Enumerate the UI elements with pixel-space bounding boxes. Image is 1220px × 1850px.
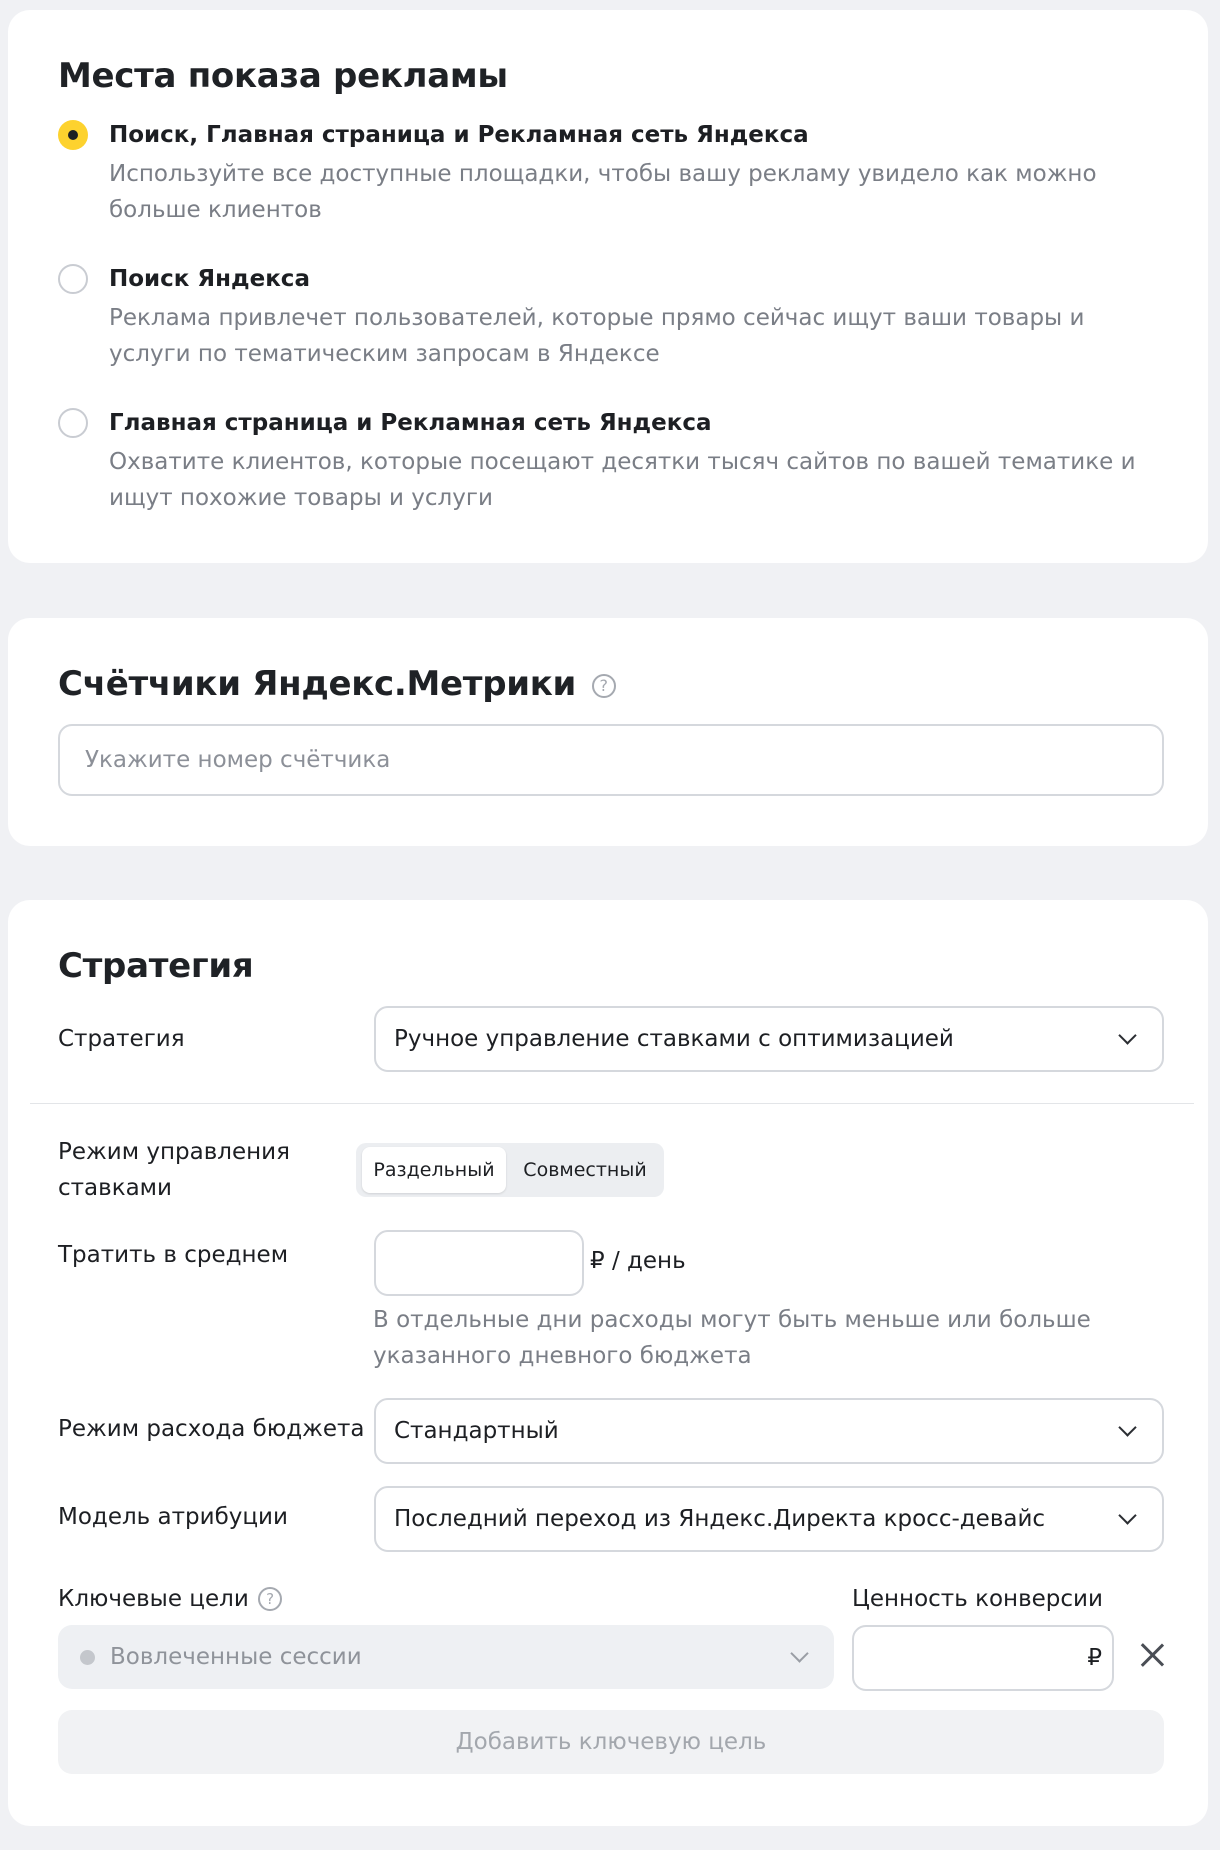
spend-label: Тратить в среднем (58, 1242, 289, 1268)
spend-suffix: ₽ / день (590, 1248, 686, 1274)
spend-hint: В отдельные дни расходы могут быть меньш… (373, 1307, 1091, 1369)
metrika-counter-placeholder: Укажите номер счётчика (85, 747, 391, 773)
bid-mode-label: Режим управления ставками (58, 1139, 290, 1201)
strategy-label: Стратегия (58, 1026, 185, 1052)
budget-mode-select[interactable]: Стандартный (374, 1398, 1164, 1464)
radio-selected-icon[interactable] (58, 120, 88, 150)
help-icon[interactable]: ? (258, 1587, 283, 1611)
strategy-select-value: Ручное управление ставками с оптимизацие… (394, 1026, 954, 1052)
radio-unselected-icon[interactable] (58, 408, 88, 438)
strategy-title: Стратегия (58, 946, 254, 986)
placement-option-description: Используйте все доступные площадки, чтоб… (109, 161, 1097, 223)
placement-option-description: Реклама привлечет пользователей, которые… (109, 305, 1085, 367)
bid-mode-joint[interactable]: Совместный (510, 1147, 660, 1193)
placement-option-all[interactable]: Поиск, Главная страница и Рекламная сеть… (58, 120, 1138, 230)
metrika-counter-input[interactable]: Укажите номер счётчика (58, 724, 1164, 796)
placement-option-network[interactable]: Главная страница и Рекламная сеть Яндекс… (58, 408, 1138, 518)
help-icon[interactable]: ? (591, 674, 616, 698)
metrika-title: Счётчики Яндекс.Метрики ? (58, 664, 616, 704)
conversion-value-input[interactable]: ₽ (852, 1625, 1114, 1691)
strategy-select[interactable]: Ручное управление ставками с оптимизацие… (374, 1006, 1164, 1072)
placement-option-description: Охватите клиентов, которые посещают деся… (109, 449, 1136, 511)
remove-goal-icon[interactable] (1135, 1638, 1169, 1672)
chevron-down-icon (1118, 1026, 1137, 1045)
key-goal-select[interactable]: Вовлеченные сессии (58, 1625, 834, 1689)
chevron-down-icon (790, 1644, 809, 1663)
chevron-down-icon (1118, 1506, 1137, 1525)
attribution-select[interactable]: Последний переход из Яндекс.Директа крос… (374, 1486, 1164, 1552)
metrika-card: Счётчики Яндекс.Метрики ? Укажите номер … (8, 618, 1208, 846)
add-key-goal-button[interactable]: Добавить ключевую цель (58, 1710, 1164, 1774)
currency-sign: ₽ (1087, 1645, 1102, 1671)
metrika-title-text: Счётчики Яндекс.Метрики (58, 664, 577, 704)
placement-option-title: Главная страница и Рекламная сеть Яндекс… (109, 410, 712, 436)
goal-status-dot (80, 1650, 95, 1665)
placement-option-search[interactable]: Поиск Яндекса Реклама привлечет пользова… (58, 264, 1138, 374)
bid-mode-separate[interactable]: Раздельный (362, 1147, 506, 1193)
strategy-divider (30, 1103, 1194, 1104)
radio-unselected-icon[interactable] (58, 264, 88, 294)
placement-option-title: Поиск Яндекса (109, 266, 310, 292)
attribution-label: Модель атрибуции (58, 1504, 288, 1530)
daily-spend-input[interactable] (374, 1230, 584, 1296)
placements-card: Места показа рекламы Поиск, Главная стра… (8, 10, 1208, 563)
placement-option-title: Поиск, Главная страница и Рекламная сеть… (109, 122, 809, 148)
bid-mode-toggle: Раздельный Совместный (356, 1143, 664, 1197)
conversion-value-label: Ценность конверсии (852, 1586, 1103, 1612)
key-goals-label-text: Ключевые цели (58, 1586, 249, 1612)
key-goals-label: Ключевые цели ? (58, 1581, 283, 1617)
budget-mode-label: Режим расхода бюджета (58, 1416, 365, 1442)
key-goal-value: Вовлеченные сессии (110, 1644, 362, 1670)
chevron-down-icon (1118, 1418, 1137, 1437)
placements-title: Места показа рекламы (58, 56, 508, 96)
budget-mode-value: Стандартный (394, 1418, 559, 1444)
attribution-value: Последний переход из Яндекс.Директа крос… (394, 1506, 1046, 1532)
